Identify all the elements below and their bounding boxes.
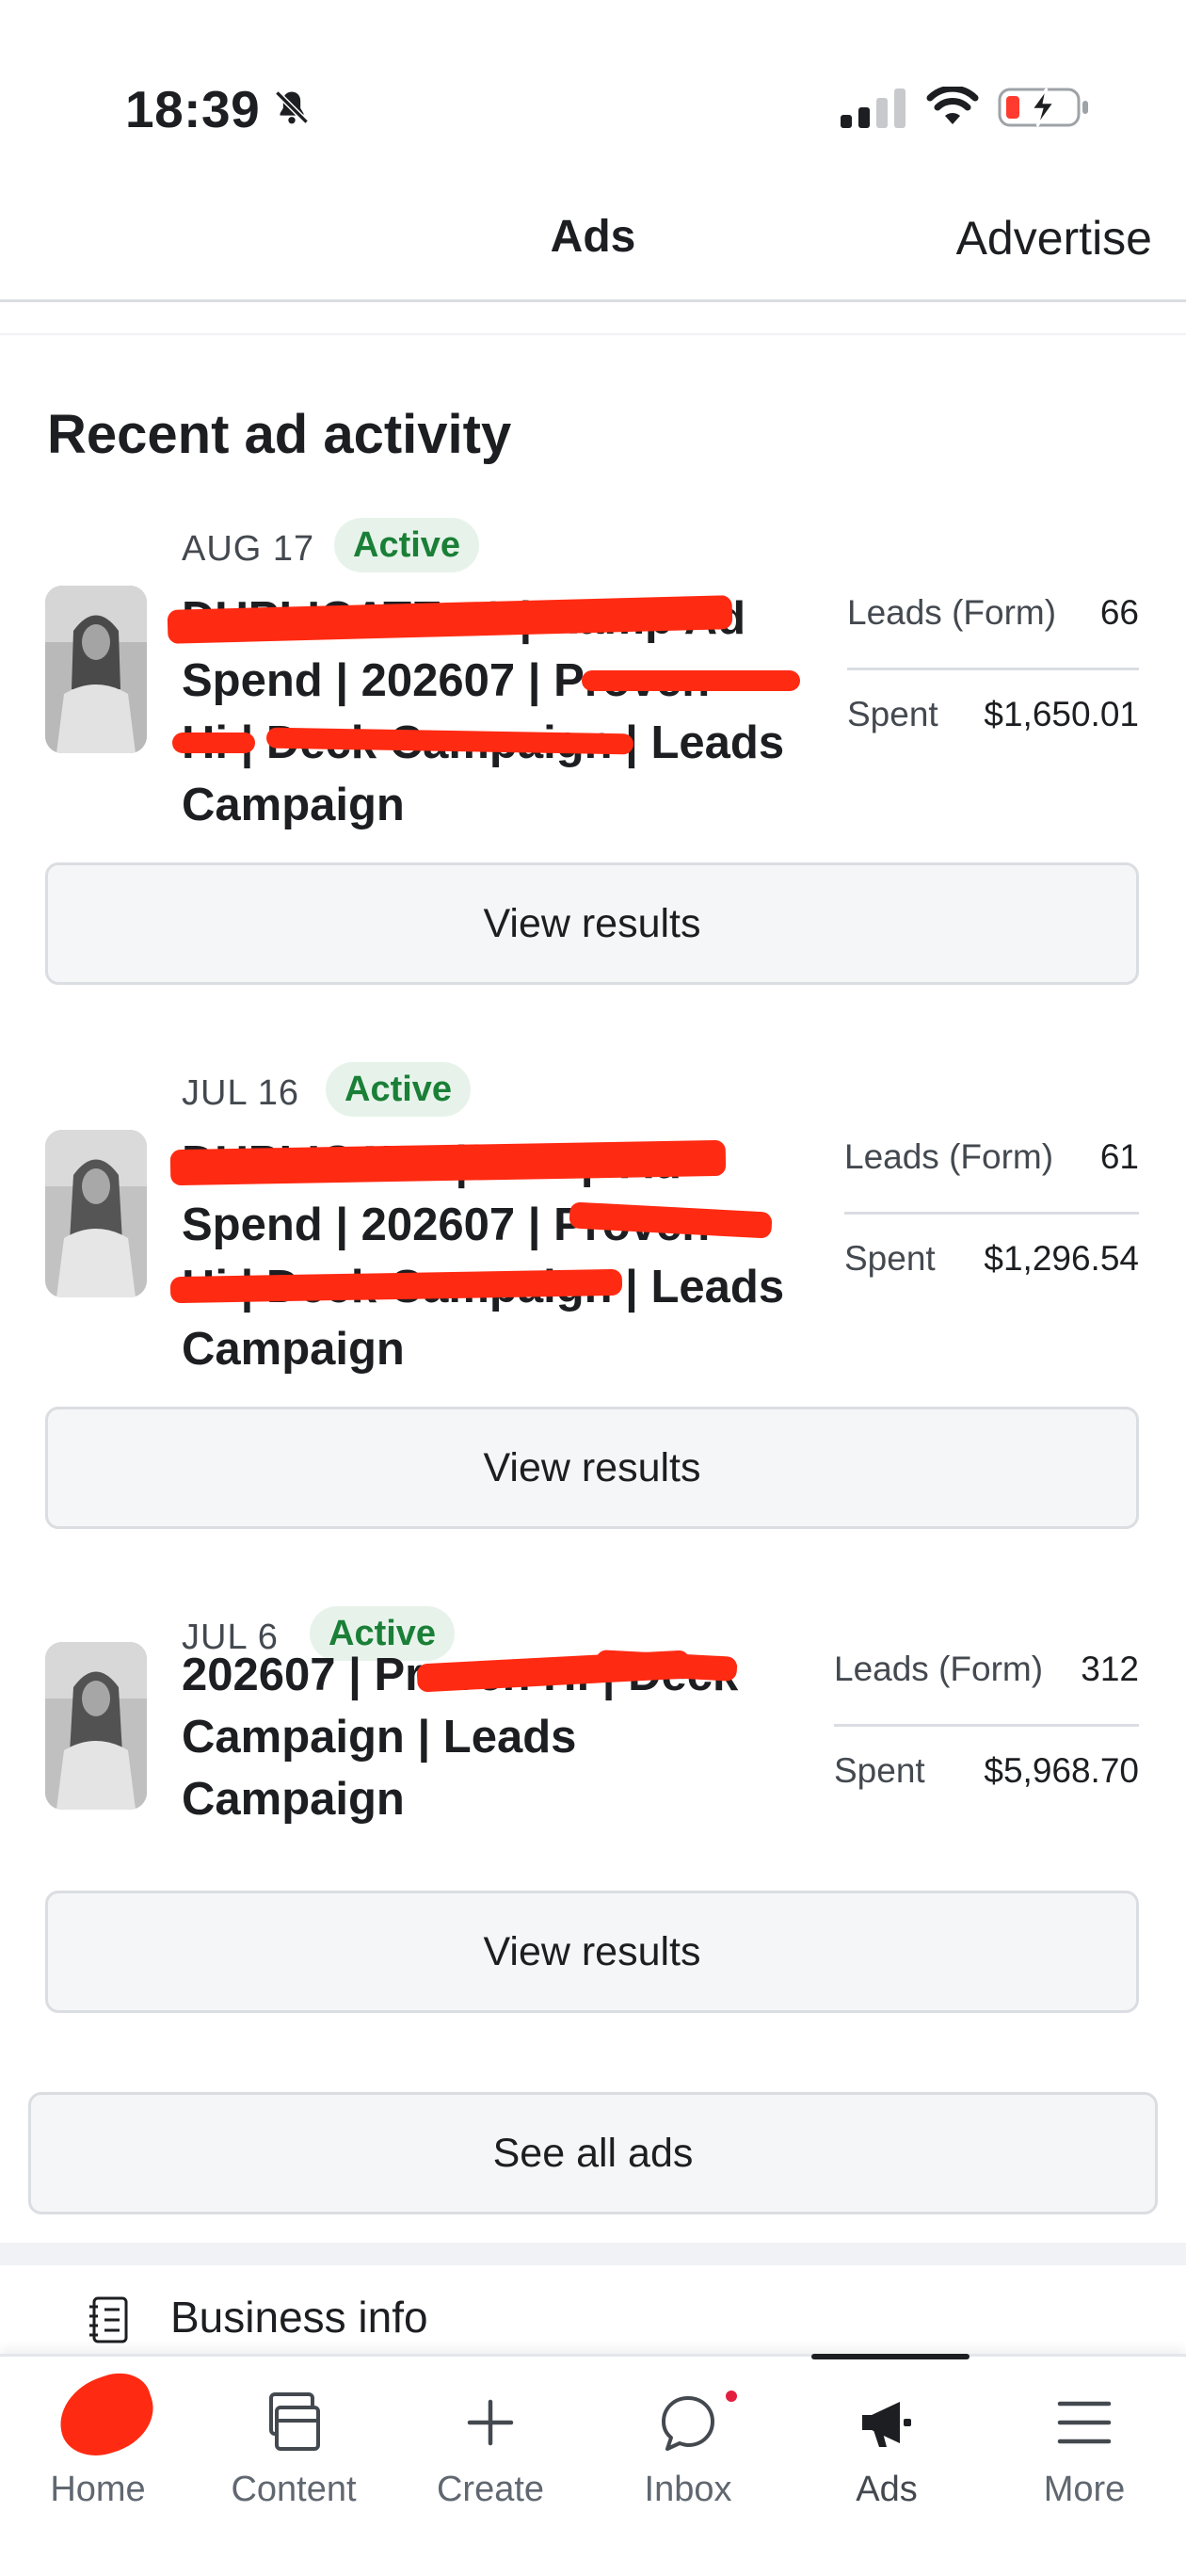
nav-more[interactable]: More [1000,2357,1169,2545]
nav-home[interactable]: Home [13,2357,183,2545]
bottom-nav: Home Content Create Inbox Ads More [0,2354,1186,2576]
view-results-button[interactable]: View results [45,1891,1139,2013]
megaphone-icon [862,2402,911,2447]
status-time: 18:39 [125,80,261,138]
section-heading: Recent ad activity [47,404,512,465]
redaction-mark [582,670,800,691]
view-results-button[interactable]: View results [45,862,1139,985]
status-badge: Active [334,518,480,572]
nav-content[interactable]: Content [209,2357,378,2545]
ad-name[interactable]: DUPLICATE | Ramp Ad Spend | 202607 | Pro… [169,1132,812,1380]
view-results-button[interactable]: View results [45,1407,1139,1529]
ad-name[interactable]: 202607 | Proven Hi | Deck Campaign | Lea… [182,1644,812,1830]
content-icon [269,2392,320,2451]
business-info-row[interactable]: Business info [0,2288,1186,2354]
ad-date: AUG 17 [182,529,315,569]
nav-ads[interactable]: Ads [802,2357,971,2545]
battery-charging-icon [998,88,1088,127]
metric-leads: Leads (Form) 312 [834,1650,1139,1688]
status-badge: Active [326,1062,472,1117]
ad-thumbnail[interactable] [45,586,147,753]
ad-name[interactable]: DUPLICATE #2 | Ramp Ad Spend | 202607 | … [167,588,812,836]
nav-create[interactable]: Create [406,2357,575,2545]
metric-divider [844,1212,1139,1215]
cellular-signal-icon [841,89,906,128]
metric-divider [834,1724,1139,1727]
ads-screen: 18:39 Ads Advertise Recent ad activity A… [0,0,1186,2576]
metric-spent: Spent $1,296.54 [844,1239,1139,1278]
business-info-label: Business info [170,2293,428,2342]
see-all-ads-button[interactable]: See all ads [28,2092,1158,2214]
ad-date: JUL 16 [182,1073,299,1113]
metric-leads: Leads (Form) 66 [847,593,1139,632]
home-icon [49,2364,164,2466]
menu-icon [1057,2401,1112,2444]
wifi-icon [926,87,979,124]
redaction-mark [172,733,255,753]
nav-inbox[interactable]: Inbox [603,2357,773,2545]
metric-divider [847,668,1139,670]
document-list-icon [89,2296,128,2343]
section-separator [0,2243,1186,2265]
metric-spent: Spent $5,968.70 [834,1751,1139,1790]
metric-leads: Leads (Form) 61 [844,1137,1139,1176]
plus-icon [467,2399,514,2446]
ad-thumbnail[interactable] [45,1642,147,1810]
ad-thumbnail[interactable] [45,1130,147,1297]
notification-dot [726,2391,737,2402]
header-spacer [0,302,1186,335]
metric-spent: Spent $1,650.01 [847,695,1139,733]
bell-slash-icon [275,90,309,124]
chat-bubble-icon [662,2396,714,2451]
advertise-button[interactable]: Advertise [956,211,1152,266]
